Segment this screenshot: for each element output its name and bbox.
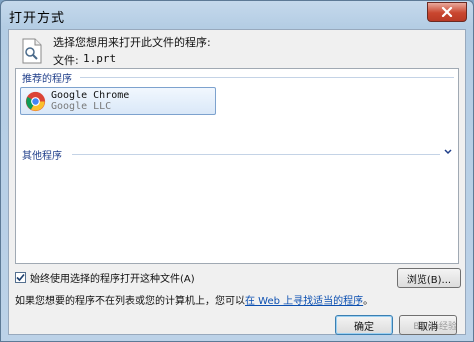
group-divider: [80, 77, 454, 78]
title-bar[interactable]: 打开方式: [1, 1, 473, 29]
program-item-google-chrome[interactable]: Google Chrome Google LLC: [20, 87, 216, 115]
group-divider: [72, 154, 440, 155]
file-label: 文件:: [53, 54, 79, 67]
always-use-label: 始终使用选择的程序打开这种文件(A): [30, 274, 195, 285]
group-header-recommended[interactable]: 推荐的程序: [22, 70, 72, 85]
close-icon: [441, 7, 453, 17]
browse-button[interactable]: 浏览(B)...: [397, 268, 461, 288]
prompt-text: 选择您想用来打开此文件的程序:: [53, 36, 211, 49]
group-header-other[interactable]: 其他程序: [22, 147, 62, 162]
program-list[interactable]: 推荐的程序 Google Chrome Google LLC 其他程序: [15, 68, 459, 264]
file-search-icon: [22, 38, 42, 64]
ok-button[interactable]: 确定: [335, 315, 393, 335]
dialog-body: 选择您想用来打开此文件的程序: 文件: 1.prt 推荐的程序 Google C…: [8, 29, 466, 335]
close-button[interactable]: [427, 2, 467, 22]
bottom-hint: 如果您想要的程序不在列表或您的计算机上，您可以在 Web 上寻找适当的程序。: [15, 292, 373, 307]
bottom-hint-suffix: 。: [363, 296, 374, 307]
watermark: Baidu经验: [413, 322, 457, 332]
file-name: 1.prt: [83, 52, 117, 65]
always-use-row[interactable]: 始终使用选择的程序打开这种文件(A): [15, 270, 195, 285]
chrome-icon: [25, 91, 46, 112]
program-name: Google Chrome: [51, 90, 130, 101]
web-search-link[interactable]: 在 Web 上寻找适当的程序: [245, 296, 363, 307]
window-title: 打开方式: [9, 11, 66, 26]
always-use-checkbox[interactable]: [15, 272, 26, 283]
program-publisher: Google LLC: [51, 101, 112, 112]
check-icon: [16, 273, 25, 282]
chevron-down-icon[interactable]: [444, 149, 452, 155]
open-with-dialog: 打开方式 选择您想用来打开此文件的程序: 文件: 1.prt 推荐的程序 Goo…: [0, 0, 474, 342]
bottom-hint-text: 如果您想要的程序不在列表或您的计算机上，您可以: [15, 296, 245, 307]
